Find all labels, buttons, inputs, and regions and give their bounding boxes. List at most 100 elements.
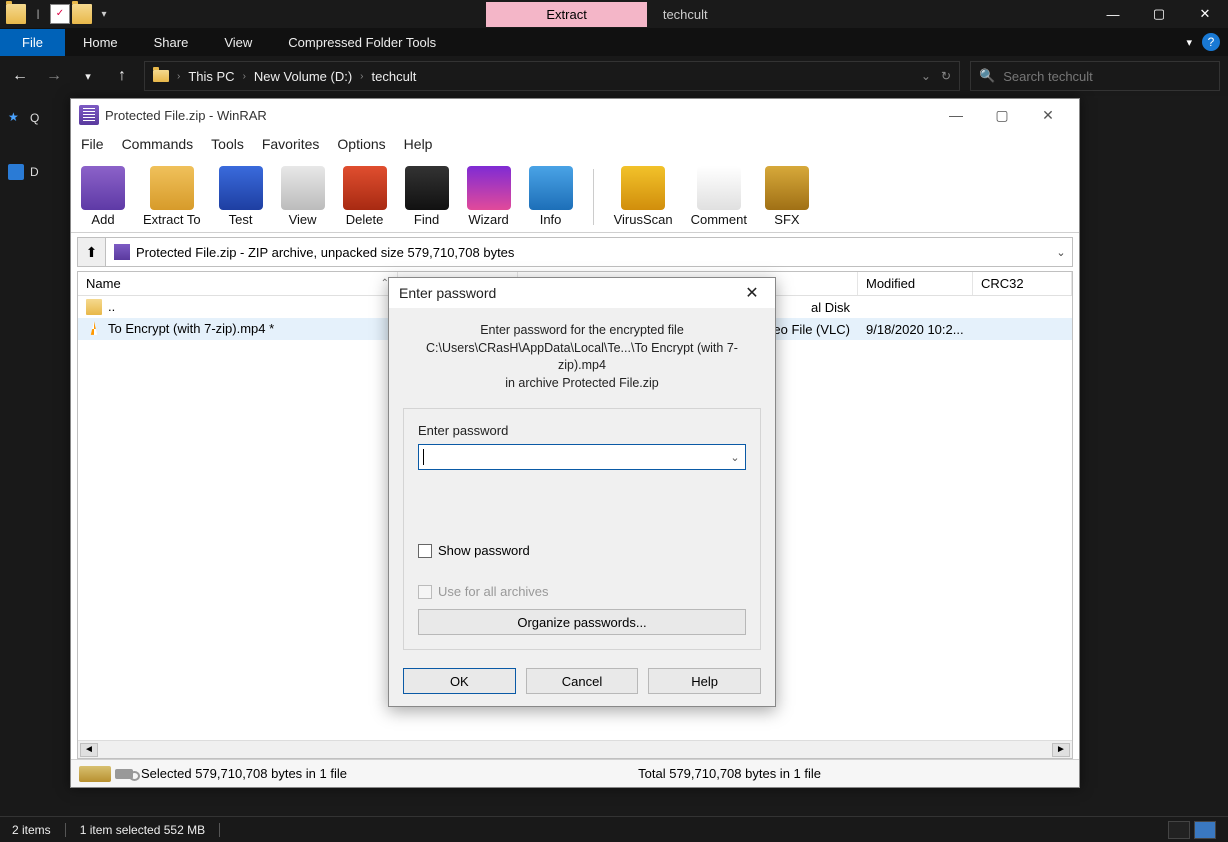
close-button[interactable]: ✕ xyxy=(1182,0,1228,28)
nav-back-icon[interactable]: ← xyxy=(8,64,32,88)
minimize-button[interactable]: — xyxy=(933,100,979,130)
explorer-ribbon: File Home Share View Compressed Folder T… xyxy=(0,28,1228,56)
minimize-button[interactable]: — xyxy=(1090,0,1136,28)
maximize-button[interactable]: ▢ xyxy=(979,100,1025,130)
ribbon-tab-view[interactable]: View xyxy=(206,29,270,56)
col-crc[interactable]: CRC32 xyxy=(973,272,1072,295)
view-details-button[interactable] xyxy=(1168,821,1190,839)
menu-file[interactable]: File xyxy=(81,136,104,152)
nav-recent-icon[interactable]: ▾ xyxy=(76,64,100,88)
toolbar-virusscan[interactable]: VirusScan xyxy=(614,166,673,227)
help-button[interactable]: Help xyxy=(648,668,761,694)
toolbar-label: SFX xyxy=(774,212,799,227)
crumb-thispc[interactable]: This PC xyxy=(188,69,234,84)
toolbar-find[interactable]: Find xyxy=(405,166,449,227)
close-button[interactable]: ✕ xyxy=(739,283,765,303)
properties-icon[interactable]: ✓ xyxy=(50,4,70,24)
cancel-button[interactable]: Cancel xyxy=(526,668,639,694)
contextual-tab-extract[interactable]: Extract xyxy=(486,2,646,27)
password-dropdown-icon[interactable]: ⌄ xyxy=(725,451,745,464)
dialog-title: Enter password xyxy=(399,285,496,301)
ribbon-tab-home[interactable]: Home xyxy=(65,29,136,56)
archive-path[interactable]: Protected File.zip - ZIP archive, unpack… xyxy=(106,244,1050,260)
find-icon xyxy=(405,166,449,210)
password-input[interactable]: ⌄ xyxy=(418,444,746,470)
ribbon-tab-share[interactable]: Share xyxy=(136,29,207,56)
toolbar-sfx[interactable]: SFX xyxy=(765,166,809,227)
password-field[interactable] xyxy=(424,450,725,465)
toolbar-comment[interactable]: Comment xyxy=(691,166,747,227)
dialog-actions: OK Cancel Help xyxy=(389,656,775,706)
add-icon xyxy=(81,166,125,210)
up-arrow-icon: ⬆ xyxy=(86,244,98,261)
toolbar-info[interactable]: Info xyxy=(529,166,573,227)
breadcrumb[interactable]: › This PC › New Volume (D:) › techcult ⌄… xyxy=(144,61,960,91)
status-selection: 1 item selected 552 MB xyxy=(80,823,205,837)
delete-icon xyxy=(343,166,387,210)
folder-icon xyxy=(6,4,26,24)
toolbar-label: Info xyxy=(540,212,562,227)
toolbar-delete[interactable]: Delete xyxy=(343,166,387,227)
organize-passwords-button[interactable]: Organize passwords... xyxy=(418,609,746,635)
sidebar-drive[interactable]: D xyxy=(6,160,64,184)
maximize-button[interactable]: ▢ xyxy=(1136,0,1182,28)
ribbon-tab-compressed[interactable]: Compressed Folder Tools xyxy=(270,29,454,56)
search-input[interactable]: 🔍 Search techcult xyxy=(970,61,1220,91)
nav-up-icon[interactable]: ↑ xyxy=(110,64,134,88)
col-modified[interactable]: Modified xyxy=(858,272,973,295)
ribbon-collapse-icon[interactable]: ▾ xyxy=(1186,36,1192,49)
scroll-right-icon[interactable]: ► xyxy=(1052,743,1070,757)
ribbon-tab-file[interactable]: File xyxy=(0,29,65,56)
status-total: Total 579,710,708 bytes in 1 file xyxy=(638,766,821,781)
toolbar-view[interactable]: View xyxy=(281,166,325,227)
show-password-checkbox[interactable]: Show password xyxy=(418,543,746,558)
toolbar-label: VirusScan xyxy=(614,212,673,227)
crumb-volume[interactable]: New Volume (D:) xyxy=(254,69,352,84)
address-dropdown-icon[interactable]: ⌄ xyxy=(1050,246,1072,259)
qat-dropdown-icon[interactable]: ▾ xyxy=(94,4,114,24)
explorer-address-bar: ← → ▾ ↑ › This PC › New Volume (D:) › te… xyxy=(0,56,1228,96)
horizontal-scrollbar[interactable]: ◄ ► xyxy=(78,740,1072,758)
view-icon xyxy=(281,166,325,210)
toolbar-wizard[interactable]: Wizard xyxy=(467,166,511,227)
menu-favorites[interactable]: Favorites xyxy=(262,136,320,152)
winrar-address: ⬆ Protected File.zip - ZIP archive, unpa… xyxy=(77,237,1073,267)
scroll-left-icon[interactable]: ◄ xyxy=(80,743,98,757)
sfx-icon xyxy=(765,166,809,210)
help-icon[interactable]: ? xyxy=(1202,33,1220,51)
menu-help[interactable]: Help xyxy=(404,136,433,152)
menu-tools[interactable]: Tools xyxy=(211,136,244,152)
explorer-sidebar: ★Q D xyxy=(0,96,70,816)
checkbox-icon xyxy=(418,544,432,558)
use-for-all-checkbox: Use for all archives xyxy=(418,584,746,599)
quick-access-toolbar: | ✓ ▾ xyxy=(0,4,120,24)
toolbar-label: Delete xyxy=(346,212,384,227)
menu-options[interactable]: Options xyxy=(337,136,385,152)
col-name[interactable]: Name⌃ xyxy=(78,272,398,295)
up-button[interactable]: ⬆ xyxy=(78,238,106,266)
close-button[interactable]: ✕ xyxy=(1025,100,1071,130)
crumb-folder[interactable]: techcult xyxy=(372,69,417,84)
toolbar-label: Test xyxy=(229,212,253,227)
disk-icon xyxy=(79,766,111,782)
menu-commands[interactable]: Commands xyxy=(122,136,194,152)
window-title: techcult xyxy=(647,1,724,28)
view-large-button[interactable] xyxy=(1194,821,1216,839)
virusscan-icon xyxy=(621,166,665,210)
refresh-icon[interactable]: ↻ xyxy=(941,69,951,83)
winrar-statusbar: Selected 579,710,708 bytes in 1 file Tot… xyxy=(71,759,1079,787)
address-dropdown-icon[interactable]: ⌄ xyxy=(921,69,931,83)
winrar-menu: File Commands Tools Favorites Options He… xyxy=(71,131,1079,157)
toolbar-test[interactable]: Test xyxy=(219,166,263,227)
toolbar-add[interactable]: Add xyxy=(81,166,125,227)
winrar-toolbar: Add Extract To Test View Delete Find Wizard Inf… xyxy=(71,157,1079,233)
search-icon: 🔍 xyxy=(979,68,995,84)
checkbox-icon xyxy=(418,585,432,599)
winrar-title: Protected File.zip - WinRAR xyxy=(105,108,267,123)
nav-forward-icon[interactable]: → xyxy=(42,64,66,88)
toolbar-extract-to[interactable]: Extract To xyxy=(143,166,201,227)
sidebar-quick-access[interactable]: ★Q xyxy=(6,106,64,130)
password-label: Enter password xyxy=(418,423,746,438)
ok-button[interactable]: OK xyxy=(403,668,516,694)
new-folder-icon[interactable] xyxy=(72,4,92,24)
